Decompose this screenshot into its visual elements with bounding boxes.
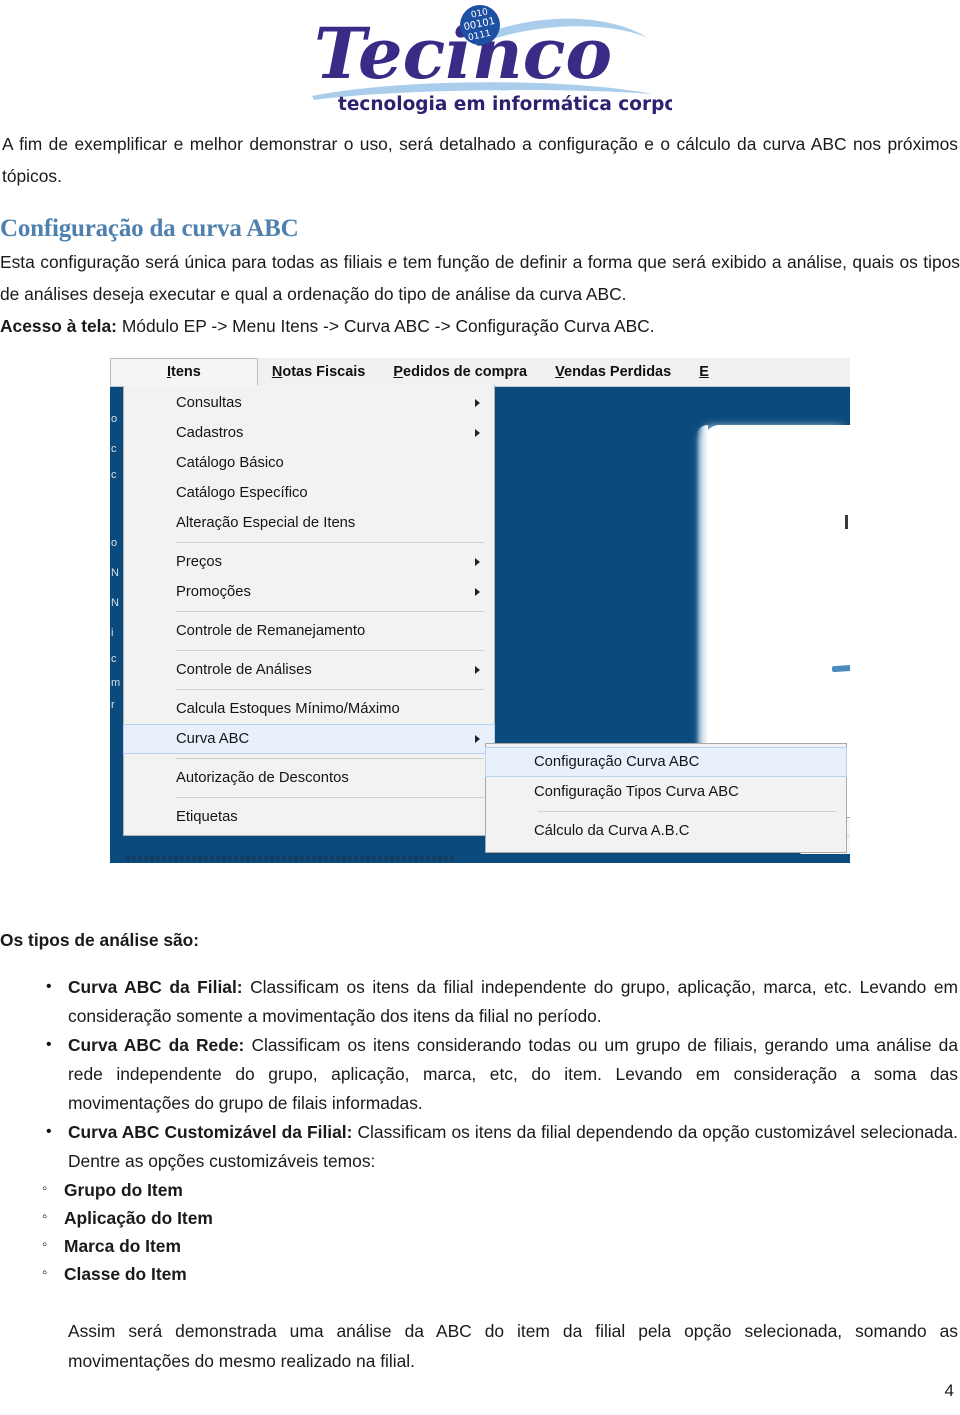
menu-item-autorizacao-descontos-label: Autorização de Descontos [176, 770, 349, 786]
menu-item-promocoes-label: Promoções [176, 584, 251, 600]
chevron-right-icon [475, 429, 480, 437]
menu-item-catalogo-especifico-label: Catálogo Específico [176, 485, 308, 501]
menu-separator [176, 650, 484, 651]
chevron-right-icon [475, 588, 480, 596]
list-item: Curva ABC da Filial: Classificam os iten… [46, 972, 960, 1031]
menu-item-precos[interactable]: Preços [124, 547, 494, 577]
menu-item-catalogo-basico-label: Catálogo Básico [176, 455, 284, 471]
acesso-path-text: Módulo EP -> Menu Itens -> Curva ABC -> … [121, 316, 655, 336]
text-caret-icon [845, 515, 848, 529]
menubar-item-itens-rest: tens [171, 364, 201, 380]
list-item: Curva ABC da Rede: Classificam os itens … [46, 1030, 960, 1118]
menu-separator [176, 611, 484, 612]
company-logo: Tecinco 010 00101 0111 tecnologia em inf… [292, 4, 672, 116]
submenu-item-configuracao-curva-abc[interactable]: Configuração Curva ABC [485, 747, 847, 777]
chevron-right-icon [475, 735, 480, 743]
menubar-item-pedidos-accel: P [393, 363, 404, 380]
menu-item-alteracao-especial-label: Alteração Especial de Itens [176, 515, 356, 531]
submenu-item-configuracao-tipos-curva-abc[interactable]: Configuração Tipos Curva ABC [486, 777, 846, 807]
menu-item-curva-abc-label: Curva ABC [176, 731, 250, 747]
menubar-item-vendas-rest: endas Perdidas [564, 363, 672, 380]
menu-item-precos-label: Preços [176, 554, 223, 570]
menubar-item-truncated-accel: E [699, 363, 709, 380]
menu-item-etiquetas[interactable]: Etiquetas [124, 802, 494, 832]
menu-item-curva-abc[interactable]: Curva ABC [123, 724, 495, 754]
bullet-term: Curva ABC da Filial: [68, 977, 243, 997]
menu-item-catalogo-especifico[interactable]: Catálogo Específico [124, 478, 494, 508]
menu-item-calcula-estoques[interactable]: Calcula Estoques Mínimo/Máximo [124, 694, 494, 724]
app-menubar[interactable]: Itens Notas Fiscais Pedidos de compra Ve… [110, 358, 850, 387]
list-item: Curva ABC Customizável da Filial: Classi… [46, 1117, 960, 1176]
acesso-line: Acesso à tela: Módulo EP -> Menu Itens -… [0, 310, 960, 342]
menu-item-consultas[interactable]: Consultas [124, 388, 494, 418]
submenu-item-configuracao-tipos-label: Configuração Tipos Curva ABC [534, 784, 739, 800]
menubar-item-vendas-perdidas[interactable]: Vendas Perdidas [541, 359, 685, 386]
menu-separator [176, 797, 484, 798]
intro-paragraph: A fim de exemplificar e melhor demonstra… [2, 134, 958, 186]
heading-paragraph: Esta configuração será única para todas … [0, 252, 960, 304]
chevron-right-icon [475, 558, 480, 566]
chevron-right-icon [475, 399, 480, 407]
list-item: Grupo do Item [42, 1175, 960, 1204]
screenshot-bottom-texture [126, 856, 456, 861]
menubar-item-vendas-accel: V [555, 363, 564, 380]
tecinco-logo-svg: Tecinco 010 00101 0111 tecnologia em inf… [312, 5, 672, 115]
menubar-item-pedidos-rest: edidos de compra [403, 363, 528, 380]
menu-item-alteracao-especial-de-itens[interactable]: Alteração Especial de Itens [124, 508, 494, 538]
menu-item-catalogo-basico[interactable]: Catálogo Básico [124, 448, 494, 478]
menu-item-controle-analises-label: Controle de Análises [176, 662, 312, 678]
menu-separator [176, 689, 484, 690]
menu-separator [538, 811, 836, 812]
list-item: Marca do Item [42, 1231, 960, 1260]
customizable-options-list: Grupo do Item Aplicação do Item Marca do… [0, 1175, 960, 1288]
list-item: Classe do Item [42, 1259, 960, 1288]
list-item: Aplicação do Item [42, 1203, 960, 1232]
page-title: Configuração da curva ABC [0, 215, 299, 242]
menubar-item-truncated[interactable]: E [685, 359, 723, 386]
menu-item-promocoes[interactable]: Promoções [124, 577, 494, 607]
page-number: 4 [944, 1381, 954, 1400]
menubar-item-itens[interactable]: Itens [110, 358, 258, 386]
menubar-item-notas-fiscais[interactable]: Notas Fiscais [258, 359, 380, 386]
submenu-item-calculo-curva-label: Cálculo da Curva A.B.C [534, 823, 690, 839]
screenshot-bottom-strip [110, 854, 850, 863]
bullet-term: Curva ABC da Rede: [68, 1035, 245, 1055]
chevron-right-icon [475, 666, 480, 674]
document-body: A fim de exemplificar e melhor demonstra… [0, 128, 960, 342]
menu-item-controle-remanejamento-label: Controle de Remanejamento [176, 623, 366, 639]
menubar-item-notas-fiscais-accel: N [271, 363, 283, 380]
background-window-bleed: o c c o N N i c m r [110, 385, 124, 863]
menu-separator [176, 758, 484, 759]
curva-abc-submenu[interactable]: Configuração Curva ABC Configuração Tipo… [485, 743, 847, 853]
logo-tagline: tecnologia em informática corporativa [338, 94, 672, 115]
menu-item-etiquetas-label: Etiquetas [176, 809, 238, 825]
itens-dropdown-menu[interactable]: Consultas Cadastros Catálogo Básico Catá… [123, 385, 495, 836]
acesso-label: Acesso à tela: [0, 316, 117, 336]
analysis-types-bullet-list: Curva ABC da Filial: Classificam os iten… [0, 972, 960, 1176]
menu-item-autorizacao-de-descontos[interactable]: Autorização de Descontos [124, 763, 494, 793]
closing-paragraph: Assim será demonstrada uma análise da AB… [68, 1321, 958, 1371]
menu-item-cadastros-label: Cadastros [176, 425, 244, 441]
bullet-term: Curva ABC Customizável da Filial: [68, 1122, 353, 1142]
menu-item-controle-de-remanejamento[interactable]: Controle de Remanejamento [124, 616, 494, 646]
menubar-item-pedidos-de-compra[interactable]: Pedidos de compra [379, 359, 541, 386]
menu-item-calcula-estoques-label: Calcula Estoques Mínimo/Máximo [176, 701, 400, 717]
menubar-item-notas-fiscais-rest: otas Fiscais [282, 363, 366, 380]
analysis-types-section: Os tipos de análise são: Curva ABC da Fi… [0, 925, 960, 1376]
application-screenshot: o c c o N N i c m r Itens Notas Fiscais … [110, 358, 850, 863]
menu-item-consultas-label: Consultas [176, 395, 242, 411]
menu-separator [176, 542, 484, 543]
blue-dash-mark [831, 663, 850, 673]
submenu-item-configuracao-curva-abc-label: Configuração Curva ABC [534, 754, 700, 770]
menu-item-controle-de-analises[interactable]: Controle de Análises [124, 655, 494, 685]
menu-item-cadastros[interactable]: Cadastros [124, 418, 494, 448]
analysis-types-lead: Os tipos de análise são: [0, 930, 200, 950]
submenu-item-calculo-da-curva-abc[interactable]: Cálculo da Curva A.B.C [486, 816, 846, 846]
